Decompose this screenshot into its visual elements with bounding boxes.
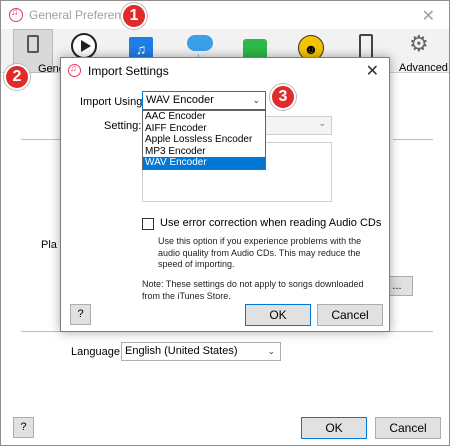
tab-advanced-label: Advanced xyxy=(399,62,448,74)
settings-note: Note: These settings do not apply to son… xyxy=(142,279,364,301)
gear-icon: ⚙ xyxy=(409,31,429,56)
step-badge-3: 3 xyxy=(270,84,296,110)
encoder-option[interactable]: AAC Encoder xyxy=(143,111,265,123)
help-button[interactable]: ? xyxy=(13,417,34,438)
import-using-value: WAV Encoder xyxy=(146,94,214,106)
error-correction-hint: Use this option if you experience proble… xyxy=(158,236,362,269)
ok-button[interactable]: OK xyxy=(301,417,367,439)
close-icon[interactable]: ✕ xyxy=(422,6,435,26)
dialog-title-bar: Import Settings ✕ xyxy=(61,58,389,84)
itunes-icon xyxy=(9,7,23,22)
itunes-icon xyxy=(68,63,81,77)
language-select[interactable]: English (United States) ⌄ xyxy=(121,342,281,361)
error-correction-checkbox[interactable] xyxy=(142,218,154,230)
encoder-option[interactable]: MP3 Encoder xyxy=(143,146,265,158)
encoder-option-selected[interactable]: WAV Encoder xyxy=(143,157,265,169)
import-using-label: Import Using: xyxy=(80,96,146,108)
encoder-option[interactable]: AIFF Encoder xyxy=(143,123,265,135)
setting-label: Setting: xyxy=(104,120,142,132)
title-bar: General Preferences ✕ xyxy=(1,1,449,29)
encoder-option[interactable]: Apple Lossless Encoder xyxy=(143,134,265,146)
step-badge-2: 2 xyxy=(4,64,30,90)
section-divider xyxy=(21,139,61,140)
chevron-down-icon: ⌄ xyxy=(267,346,275,356)
step-badge-1: 1 xyxy=(121,3,147,29)
tab-advanced[interactable]: ⚙ Advanced xyxy=(397,29,448,74)
section-divider xyxy=(393,139,433,140)
playlist-label-fragment: Pla xyxy=(41,239,57,251)
chevron-down-icon: ⌄ xyxy=(252,95,260,105)
help-button[interactable]: ? xyxy=(70,304,91,325)
cancel-button[interactable]: Cancel xyxy=(375,417,441,439)
encoder-dropdown-list: AAC Encoder AIFF Encoder Apple Lossless … xyxy=(142,110,266,170)
cancel-button[interactable]: Cancel xyxy=(317,304,383,326)
error-correction-row: Use error correction when reading Audio … xyxy=(142,217,382,231)
language-label: Language: xyxy=(71,346,123,358)
dialog-title: Import Settings xyxy=(88,64,169,78)
chevron-down-icon: ⌄ xyxy=(318,118,326,128)
ok-button[interactable]: OK xyxy=(245,304,311,326)
import-using-select[interactable]: WAV Encoder ⌄ xyxy=(142,91,266,110)
language-value: English (United States) xyxy=(125,345,238,357)
close-icon[interactable]: ✕ xyxy=(366,61,379,81)
playback-icon xyxy=(71,33,97,59)
error-correction-label[interactable]: Use error correction when reading Audio … xyxy=(160,217,381,229)
general-icon xyxy=(27,35,39,53)
import-settings-dialog: Import Settings ✕ Import Using: WAV Enco… xyxy=(60,57,390,332)
